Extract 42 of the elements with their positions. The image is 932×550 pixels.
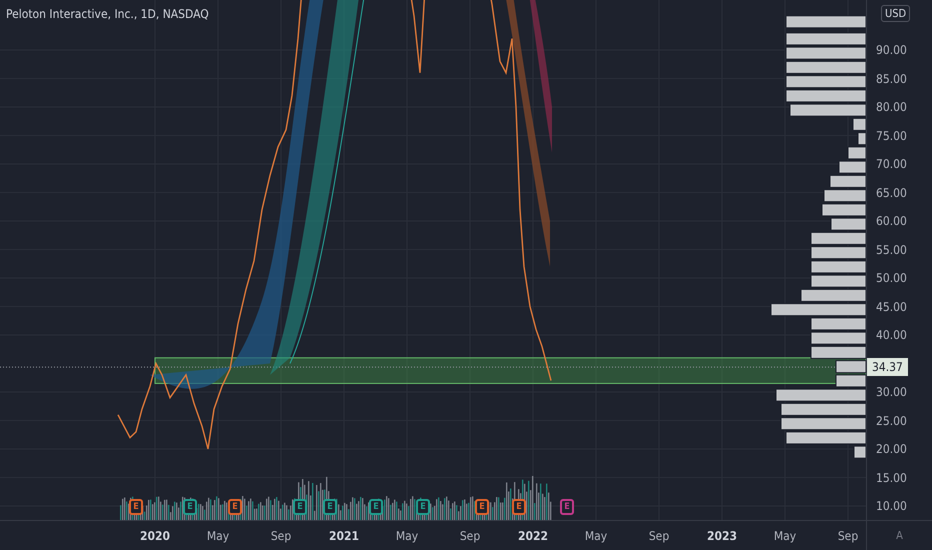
earnings-marker[interactable]: E bbox=[228, 499, 242, 515]
price-tick-label: 80.00 bbox=[876, 100, 907, 114]
time-tick-label: Sep bbox=[648, 529, 670, 543]
earnings-marker[interactable]: E bbox=[560, 499, 574, 515]
earnings-marker[interactable]: E bbox=[475, 499, 489, 515]
time-tick-label: May bbox=[584, 529, 608, 543]
price-tick-label: 20.00 bbox=[876, 442, 907, 456]
auto-scale-button[interactable]: A bbox=[892, 527, 907, 544]
price-tick-label: 65.00 bbox=[876, 186, 907, 200]
time-tick-label: May bbox=[206, 529, 230, 543]
earnings-marker[interactable]: E bbox=[512, 499, 526, 515]
earnings-marker[interactable]: E bbox=[416, 499, 430, 515]
earnings-marker[interactable]: E bbox=[183, 499, 197, 515]
time-tick-label: May bbox=[396, 529, 418, 543]
currency-badge[interactable]: USD bbox=[881, 5, 910, 22]
price-tick-label: 45.00 bbox=[876, 300, 907, 314]
price-tick-label: 70.00 bbox=[876, 157, 907, 171]
chart-title: Peloton Interactive, Inc., 1D, NASDAQ bbox=[6, 7, 209, 21]
earnings-marker[interactable]: E bbox=[129, 499, 143, 515]
time-tick-label: Sep bbox=[838, 529, 858, 543]
earnings-marker[interactable]: E bbox=[293, 499, 307, 515]
price-tick-label: 90.00 bbox=[876, 43, 907, 57]
earnings-marker[interactable]: E bbox=[323, 499, 337, 515]
price-tick-label: 55.00 bbox=[876, 242, 907, 256]
price-tick-label: 85.00 bbox=[876, 72, 907, 86]
price-tick-label: 25.00 bbox=[876, 414, 907, 428]
time-tick-label: 2021 bbox=[328, 529, 360, 543]
earnings-marker[interactable]: E bbox=[369, 499, 383, 515]
time-tick-label: May bbox=[774, 529, 796, 543]
time-tick-label: Sep bbox=[270, 529, 292, 543]
price-tick-label: 75.00 bbox=[876, 128, 907, 142]
price-tick-label: 15.00 bbox=[876, 470, 907, 484]
price-tick-label: 30.00 bbox=[876, 385, 907, 399]
time-tick-label: 2023 bbox=[706, 529, 738, 543]
price-tick-label: 40.00 bbox=[876, 328, 907, 342]
time-tick-label: Sep bbox=[460, 529, 480, 543]
price-tick-label: 10.00 bbox=[876, 499, 907, 513]
time-tick-label: 2020 bbox=[140, 529, 170, 543]
last-price-label: 34.37 bbox=[867, 358, 908, 376]
price-tick-label: 60.00 bbox=[876, 214, 907, 228]
time-tick-label: 2022 bbox=[518, 529, 548, 543]
price-tick-label: 50.00 bbox=[876, 271, 907, 285]
